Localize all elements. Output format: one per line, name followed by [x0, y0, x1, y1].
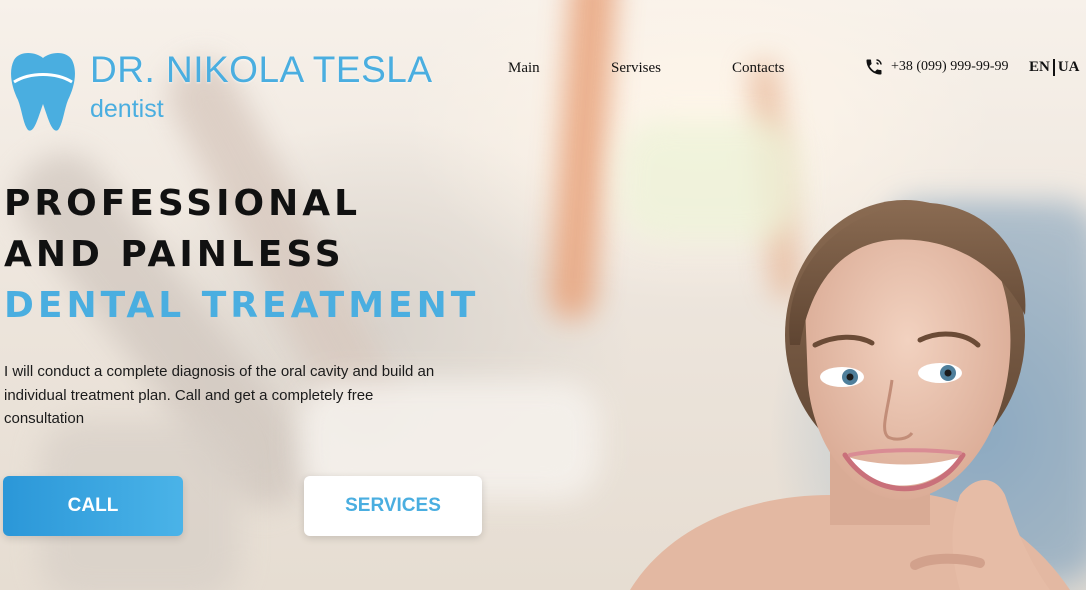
lang-ua[interactable]: UA [1058, 59, 1080, 76]
brand-name: DR. NIKOLA TESLA [90, 49, 433, 90]
nav-link-main[interactable]: Main [508, 60, 540, 77]
phone-number: +38 (099) 999-99-99 [891, 59, 1009, 74]
phone-icon [866, 59, 882, 75]
hero-description: I will conduct a complete diagnosis of t… [4, 363, 435, 427]
site-logo[interactable]: DR. NIKOLA TESLA dentist [8, 48, 433, 132]
nav-link-contacts[interactable]: Contacts [732, 60, 785, 77]
lang-en[interactable]: EN [1029, 59, 1050, 76]
hero-title-accent: DENTAL TREATMENT [4, 285, 480, 326]
hero-title: PROFESSIONAL AND PAINLESS DENTAL TREATME… [4, 178, 479, 331]
tooth-icon [11, 53, 75, 131]
brand-subtitle: dentist [90, 95, 164, 123]
hero-section: PROFESSIONAL AND PAINLESS DENTAL TREATME… [4, 178, 479, 331]
nav-link-services[interactable]: Servises [611, 60, 661, 77]
services-button[interactable]: SERVICES [304, 476, 482, 536]
hero-title-line1: PROFESSIONAL [4, 183, 362, 224]
hero-title-line2: AND PAINLESS [4, 234, 345, 275]
language-switcher: EN UA [1029, 59, 1080, 76]
phone-contact[interactable]: +38 (099) 999-99-99 [864, 57, 1009, 77]
lang-divider [1052, 59, 1055, 76]
smiling-woman-image [630, 200, 1070, 590]
call-button[interactable]: CALL [3, 476, 183, 536]
